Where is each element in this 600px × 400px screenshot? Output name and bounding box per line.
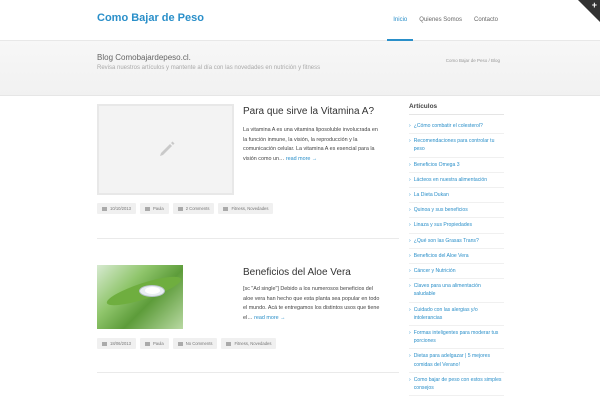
post-author[interactable]: Paula [139, 203, 169, 214]
sidebar-article-label: Cuidado con las alergias y/o intoleranci… [413, 306, 478, 321]
post-thumbnail-placeholder[interactable] [97, 104, 234, 195]
post-title[interactable]: Beneficios del Aloe Vera [243, 267, 351, 278]
sidebar-article-link[interactable]: › Recomendaciones para controlar tu peso [409, 134, 504, 158]
sidebar-article-link[interactable]: › ¿Qué son las Grasas Trans? [409, 234, 504, 249]
chevron-right-icon: › [409, 283, 411, 290]
chevron-right-icon: › [409, 237, 411, 244]
post-aloe-vera: Beneficios del Aloe Vera [sc "Ad single"… [97, 265, 399, 365]
post-comments[interactable]: 2 Comments [172, 203, 215, 214]
post-categories-text: Fitness, Novedades [231, 206, 269, 211]
post-vitamina-a: Para que sirve la Vitamina A? La vitamin… [97, 104, 399, 224]
nav-item-quienes-somos[interactable]: Quienes Somos [413, 0, 468, 41]
sidebar-article-label: ¿Cómo combatir el colesterol? [413, 123, 483, 129]
post-divider [97, 372, 399, 373]
sidebar-article-label: Recomendaciones para controlar tu peso [413, 138, 495, 153]
nav-item-contacto[interactable]: Contacto [468, 0, 504, 41]
sidebar-article-label: Linaza y sus Propiedades [413, 222, 473, 229]
post-excerpt: [sc "Ad single"] Debido a los numerosos … [243, 285, 383, 323]
chevron-right-icon: › [409, 138, 411, 145]
sidebar-article-label: ¿Qué son las Grasas Trans? [413, 237, 479, 244]
nav-item-inicio[interactable]: Inicio [387, 0, 414, 41]
pencil-icon [160, 141, 175, 156]
calendar-icon [102, 341, 107, 346]
sidebar-article-link[interactable]: › Linaza y sus Propiedades [409, 218, 504, 234]
sidebar: Artículos › ¿Cómo combatir el colesterol?… [409, 103, 504, 397]
sidebar-article-link[interactable]: › Beneficios Omega 3 [409, 158, 504, 173]
sidebar-article-link[interactable]: › Cuidado con las alergias y/o intoleranc… [409, 303, 504, 327]
chevron-right-icon: › [409, 268, 411, 275]
post-meta: 18/06/2013 Paula No Comments Fitness, No… [97, 338, 277, 349]
user-icon [144, 206, 150, 211]
post-categories[interactable]: Fitness, Novedades [218, 203, 274, 214]
post-categories-text: Fitness, Novedades [234, 341, 272, 346]
post-title[interactable]: Para que sirve la Vitamina A? [243, 106, 374, 117]
post-author[interactable]: Paula [139, 338, 169, 349]
chevron-right-icon: › [409, 306, 411, 313]
post-comments-text: 2 Comments [185, 206, 210, 211]
chevron-right-icon: › [409, 222, 411, 229]
chevron-right-icon: › [409, 207, 411, 214]
sidebar-article-link[interactable]: › Lácteos en nuestra alimentación [409, 173, 504, 189]
calendar-icon [102, 206, 107, 211]
post-author-text: Paula [152, 206, 164, 211]
chevron-right-icon: › [409, 161, 411, 168]
sidebar-article-label: Beneficios del Aloe Vera [413, 252, 469, 259]
chevron-right-icon: › [409, 376, 411, 383]
sidebar-article-link[interactable]: › Formas inteligentes para moderar tus po… [409, 326, 504, 350]
post-date-text: 18/06/2013 [110, 341, 131, 346]
chevron-right-icon: › [409, 330, 411, 337]
main-nav: Inicio Quienes Somos Contacto [387, 0, 504, 41]
post-date: 18/06/2013 [97, 338, 136, 349]
folder-icon [223, 206, 229, 211]
breadcrumb[interactable]: Como Bajar de Peso / Blog [446, 58, 500, 63]
top-header: Como Bajar de Peso Inicio Quienes Somos … [0, 0, 600, 41]
comment-icon [177, 341, 183, 346]
post-comments[interactable]: No Comments [172, 338, 218, 349]
page-subtitle: Revisa nuestros artículos y mantente al … [97, 65, 321, 71]
sidebar-article-label: Formas inteligentes para moderar tus por… [413, 330, 499, 345]
chevron-right-icon: › [409, 176, 411, 183]
sidebar-article-link[interactable]: › Quinoa y sus beneficios [409, 203, 504, 219]
page-banner: Blog Comobajardepeso.cl. Revisa nuestros… [0, 41, 600, 96]
sidebar-article-label: Cáncer y Nutrición [413, 268, 456, 275]
post-categories[interactable]: Fitness, Novedades [221, 338, 277, 349]
sidebar-article-link[interactable]: › Cáncer y Nutrición [409, 264, 504, 280]
post-date-text: 10/10/2013 [110, 206, 131, 211]
post-comments-text: No Comments [185, 341, 213, 346]
sidebar-article-link[interactable]: › Dietas para adelgazar | 5 mejores comid… [409, 349, 504, 373]
post-excerpt: La vitamina A es una vitamina liposolubl… [243, 126, 383, 164]
chevron-right-icon: › [409, 252, 411, 259]
sidebar-article-label: Quinoa y sus beneficios [413, 207, 468, 214]
post-author-text: Paula [152, 341, 164, 346]
folder-icon [226, 341, 232, 346]
user-icon [144, 341, 150, 346]
sidebar-title: Artículos [409, 103, 504, 115]
sidebar-article-list: › ¿Cómo combatir el colesterol? › Recomenda… [409, 119, 504, 397]
page-title: Blog Comobajardepeso.cl. [97, 53, 191, 62]
sidebar-article-link[interactable]: › Beneficios del Aloe Vera [409, 249, 504, 265]
chevron-right-icon: › [409, 353, 411, 360]
sidebar-article-link[interactable]: › ¿Cómo combatir el colesterol? [409, 119, 504, 135]
read-more-link[interactable]: read more → [286, 156, 317, 162]
plus-icon[interactable]: + [592, 1, 597, 10]
sidebar-article-link[interactable]: › Como bajar de peso con estos simples co… [409, 373, 504, 397]
sidebar-article-label: Dietas para adelgazar | 5 mejores comida… [413, 353, 491, 368]
sidebar-article-label: Como bajar de peso con estos simples con… [413, 376, 502, 392]
sidebar-article-link[interactable]: › La Dieta Dukan [409, 188, 504, 204]
comment-icon [177, 206, 183, 211]
post-date: 10/10/2013 [97, 203, 136, 214]
chevron-right-icon: › [409, 123, 411, 129]
sidebar-article-label: La Dieta Dukan [413, 192, 449, 199]
post-thumbnail-aloe[interactable] [97, 265, 183, 329]
read-more-link[interactable]: read more → [254, 315, 285, 321]
sidebar-article-label: Lácteos en nuestra alimentación [413, 176, 488, 183]
sidebar-article-link[interactable]: › Claves para una alimentación saludable [409, 279, 504, 303]
site-brand[interactable]: Como Bajar de Peso [97, 12, 204, 24]
post-meta: 10/10/2013 Paula 2 Comments Fitness, Nov… [97, 203, 274, 214]
post-divider [97, 238, 399, 239]
sidebar-article-label: Claves para una alimentación saludable [413, 283, 481, 298]
sidebar-article-label: Beneficios Omega 3 [413, 161, 460, 168]
chevron-right-icon: › [409, 192, 411, 199]
